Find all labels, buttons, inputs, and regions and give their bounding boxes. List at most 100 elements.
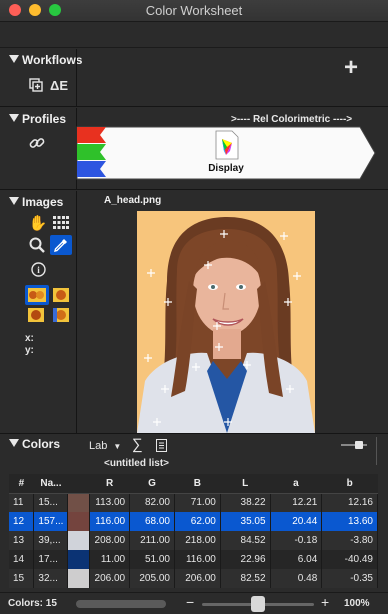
link-icon[interactable] — [27, 133, 47, 153]
section-divider — [76, 191, 77, 434]
title-bar: Color Worksheet — [0, 0, 388, 22]
table-row[interactable]: 15 32... 206.00 205.00 206.00 82.52 0.48… — [9, 569, 378, 588]
disclosure-triangle-icon — [9, 197, 19, 205]
cell-lab-a: -0.18 — [270, 531, 323, 550]
magnifier-icon[interactable] — [28, 236, 46, 254]
images-header[interactable]: Images — [9, 195, 63, 209]
row-number: 11 — [9, 493, 35, 512]
color-swatch — [67, 512, 91, 531]
cell-b: 206.00 — [174, 569, 221, 588]
sample-marker — [286, 385, 294, 393]
sample-marker — [224, 418, 232, 426]
image-filename: A_head.png — [104, 195, 162, 206]
cell-b: 116.00 — [174, 550, 221, 569]
cell-r: 208.00 — [89, 531, 131, 550]
cell-lab-a: 6.04 — [270, 550, 323, 569]
thumbnail-image-4-icon[interactable] — [52, 306, 70, 324]
row-number: 12 — [9, 512, 35, 531]
color-swatch — [67, 569, 91, 588]
eyedropper-tool-icon[interactable] — [50, 235, 72, 255]
cell-r: 116.00 — [89, 512, 131, 531]
sample-marker — [164, 298, 172, 306]
zoom-level: 100% — [344, 598, 370, 609]
column-header[interactable]: # — [9, 474, 34, 494]
profiles-header[interactable]: Profiles — [9, 112, 66, 126]
list-scroll-slider[interactable] — [76, 600, 166, 608]
cell-lab-b: -40.49 — [321, 550, 378, 569]
thumbnail-image-1-icon[interactable] — [25, 285, 49, 305]
view-toggle-icon[interactable] — [340, 439, 368, 451]
row-name: 15... — [33, 493, 69, 512]
color-swatch — [67, 493, 91, 512]
column-header[interactable]: a — [270, 474, 322, 494]
status-bar: Colors: 15 − + 100% — [0, 592, 388, 614]
zoom-in-button[interactable]: + — [321, 594, 329, 610]
sum-button[interactable]: ∑ — [132, 436, 143, 453]
cell-r: 206.00 — [89, 569, 131, 588]
add-workflow-button[interactable]: + — [340, 54, 362, 81]
cell-g: 82.00 — [129, 493, 175, 512]
rendering-intent-label[interactable]: >---- Rel Colorimetric ----> — [231, 114, 352, 125]
cell-lab-b: 12.16 — [321, 493, 378, 512]
disclosure-triangle-icon — [9, 439, 19, 447]
image-canvas[interactable] — [137, 211, 315, 433]
colors-table: # Na... R G B L a b 11 15... 113.00 82.0… — [9, 474, 378, 588]
sample-marker — [284, 298, 292, 306]
table-row[interactable]: 14 17... 11.00 51.00 116.00 22.96 6.04 -… — [9, 550, 378, 569]
column-header[interactable]: B — [174, 474, 221, 494]
info-icon[interactable]: i — [30, 261, 46, 277]
cell-g: 51.00 — [129, 550, 175, 569]
table-row-selected[interactable]: 12 157... 116.00 68.00 62.00 35.05 20.44… — [9, 512, 378, 531]
images-title: Images — [22, 195, 64, 209]
cell-lab-a: 0.48 — [270, 569, 323, 588]
colors-header[interactable]: Colors — [9, 437, 60, 451]
sample-marker — [144, 354, 152, 362]
hand-tool-icon[interactable]: ✋ — [29, 214, 48, 232]
column-header[interactable] — [67, 474, 90, 494]
sample-markers — [144, 230, 301, 426]
cell-lab-l: 82.52 — [220, 569, 271, 588]
table-row[interactable]: 11 15... 113.00 82.00 71.00 38.22 12.21 … — [9, 493, 378, 512]
delta-e-icon[interactable]: ΔE — [48, 76, 70, 94]
cell-lab-b: -3.80 — [321, 531, 378, 550]
disclosure-triangle-icon — [9, 114, 19, 122]
table-header-row: # Na... R G B L a b — [9, 474, 378, 494]
workflows-header[interactable]: Workflows — [9, 53, 82, 67]
chevron-down-icon: ▼ — [113, 442, 122, 451]
sample-marker — [161, 385, 169, 393]
zoom-slider-thumb[interactable] — [251, 596, 265, 612]
cell-lab-l: 35.05 — [220, 512, 271, 531]
row-number: 14 — [9, 550, 35, 569]
column-header[interactable]: b — [321, 474, 378, 494]
column-header[interactable]: Na... — [33, 474, 68, 494]
cell-lab-l: 84.52 — [220, 531, 271, 550]
sample-marker — [204, 261, 212, 269]
table-row[interactable]: 13 39,... 208.00 211.00 218.00 84.52 -0.… — [9, 531, 378, 550]
window-title: Color Worksheet — [145, 3, 243, 18]
column-header[interactable]: R — [89, 474, 130, 494]
new-workflow-icon[interactable] — [27, 76, 45, 94]
zoom-out-button[interactable]: − — [186, 594, 194, 610]
cell-b: 218.00 — [174, 531, 221, 550]
row-name: 17... — [33, 550, 69, 569]
color-mode-select[interactable]: Lab ▼ — [89, 440, 121, 452]
cell-lab-l: 22.96 — [220, 550, 271, 569]
profile-chain[interactable]: Display — [76, 126, 376, 180]
cell-lab-b: -0.35 — [321, 569, 378, 588]
sample-marker — [215, 343, 223, 351]
sample-marker — [280, 232, 288, 240]
column-header[interactable]: L — [220, 474, 271, 494]
sample-marker — [220, 230, 228, 238]
document-icon[interactable] — [155, 438, 167, 452]
color-list-name: <untitled list> — [104, 458, 170, 469]
sample-marker — [213, 322, 221, 330]
grid-tool-icon[interactable] — [52, 215, 70, 231]
cell-lab-b: 13.60 — [321, 512, 378, 531]
column-header[interactable]: G — [129, 474, 175, 494]
thumbnail-image-3-icon[interactable] — [27, 306, 45, 324]
color-swatch — [67, 531, 91, 550]
profile-name: Display — [208, 163, 244, 174]
thumbnail-image-2-icon[interactable] — [52, 286, 70, 304]
color-mode-value: Lab — [89, 440, 108, 452]
cell-lab-a: 12.21 — [270, 493, 323, 512]
